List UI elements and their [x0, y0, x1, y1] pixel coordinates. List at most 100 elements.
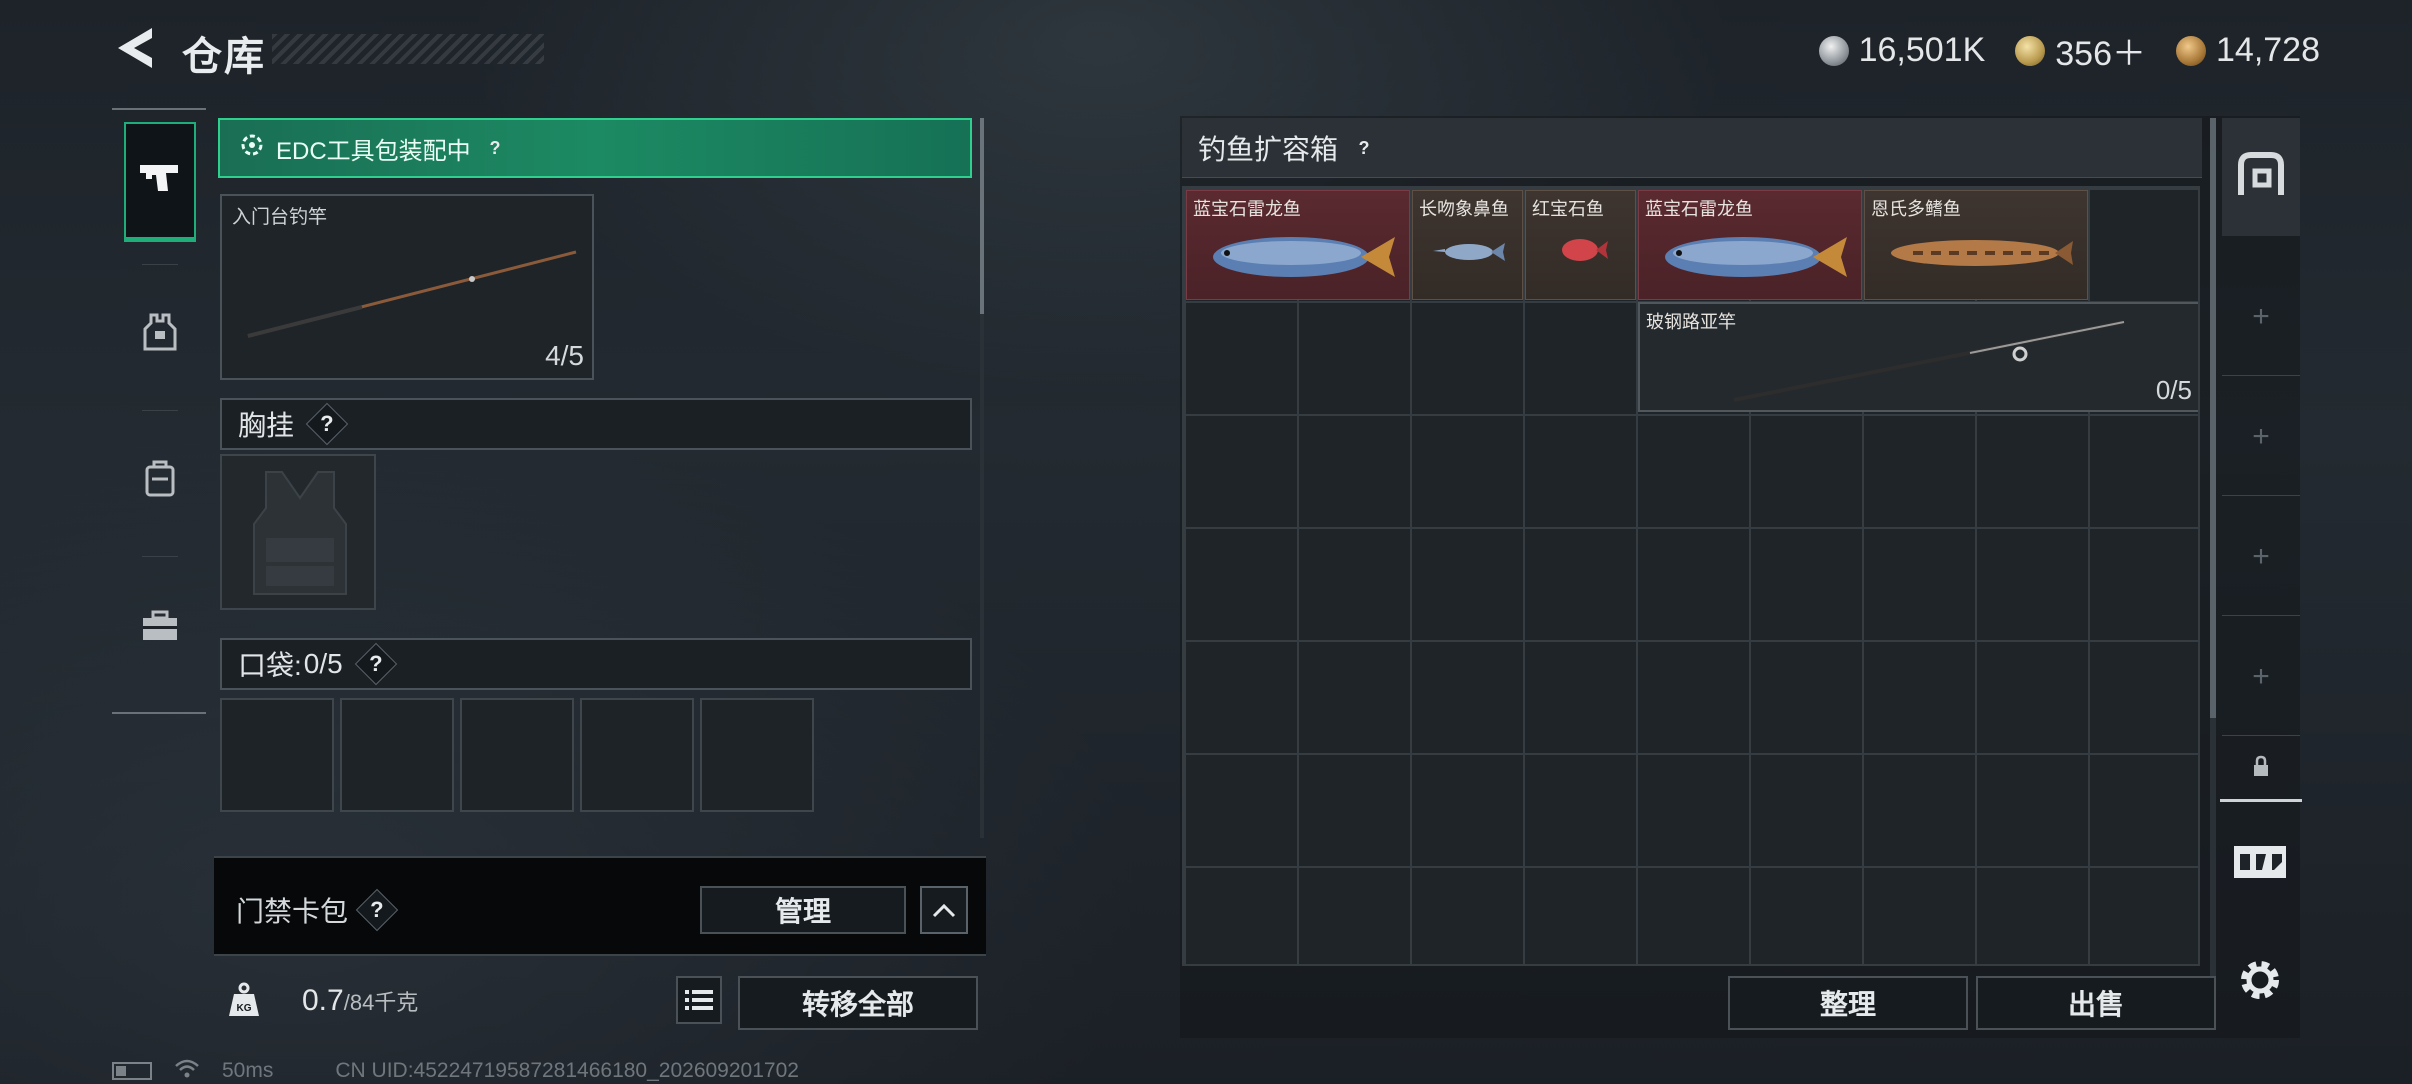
- top-bar: 仓库 16,501K 356＋ 14,728: [0, 0, 2412, 100]
- currency-silver-value: 16,501K: [1858, 31, 1986, 69]
- currency-silver[interactable]: 16,501K: [1818, 31, 1986, 70]
- item-name: 蓝宝石雷龙鱼: [1645, 199, 1753, 219]
- storage-title: 钓鱼扩容箱: [1198, 133, 1339, 165]
- safe-box-icon: [2235, 149, 2287, 206]
- weight-bar: KG 0.7/84千克 转移全部: [214, 966, 986, 1038]
- item-name: 长吻象鼻鱼: [1419, 199, 1509, 219]
- rod-durability: 4/5: [545, 340, 584, 371]
- battery-icon: [112, 1062, 152, 1080]
- item-name: 红宝石鱼: [1532, 199, 1604, 219]
- currency-bronze[interactable]: 14,728: [2176, 31, 2320, 70]
- chest-rig-slot[interactable]: [220, 454, 376, 610]
- storage-item[interactable]: 恩氏多鳍鱼: [1864, 190, 2088, 300]
- pocket-slot[interactable]: [460, 698, 574, 812]
- fishing-rod-image: [247, 250, 577, 338]
- pocket-slot[interactable]: [340, 698, 454, 812]
- pocket-slot[interactable]: [220, 698, 334, 812]
- tab-backpack[interactable]: [124, 420, 196, 540]
- wifi-icon: [174, 1058, 200, 1084]
- svg-text:KG: KG: [237, 1003, 252, 1014]
- pocket-section-header: 口袋: 0/5 ?: [220, 638, 972, 690]
- category-tab-strip: [112, 108, 206, 714]
- transfer-all-button[interactable]: 转移全部: [738, 976, 978, 1030]
- gear-spin-icon: [240, 133, 264, 164]
- rod-durability: 0/5: [2155, 375, 2192, 405]
- sell-button[interactable]: 出售: [1976, 976, 2216, 1030]
- item-name: 蓝宝石雷龙鱼: [1193, 199, 1301, 219]
- plus-icon: +: [2252, 539, 2270, 573]
- storage-header: 钓鱼扩容箱 ?: [1182, 118, 2202, 178]
- edc-status-text: EDC工具包装配中: [276, 137, 471, 165]
- fishing-rod-slot[interactable]: 入门台钓竿 4/5: [220, 194, 594, 380]
- fishing-rod-image: [1733, 320, 2125, 402]
- title-decoration: [272, 34, 544, 64]
- list-view-icon[interactable]: [676, 976, 722, 1024]
- weight-max: /84千克: [343, 990, 419, 1015]
- locked-container-slot[interactable]: [2222, 738, 2300, 798]
- manage-button[interactable]: 管理: [700, 886, 906, 934]
- pocket-slot[interactable]: [580, 698, 694, 812]
- add-container-slot[interactable]: +: [2222, 498, 2300, 616]
- armor-vest-icon: [143, 313, 177, 356]
- weight-readout: 0.7/84千克: [302, 984, 418, 1018]
- fish-image: [1891, 240, 2073, 266]
- pistol-icon: [138, 161, 182, 200]
- help-icon[interactable]: ?: [354, 642, 397, 686]
- backpack-icon: [144, 459, 176, 502]
- plus-icon: +: [2252, 659, 2270, 693]
- storage-item[interactable]: 蓝宝石雷龙鱼: [1638, 190, 1862, 300]
- container-tab-strip: + + + +: [2220, 116, 2302, 802]
- currency-gold-value: 356＋: [2055, 35, 2146, 73]
- left-scrollbar[interactable]: [980, 118, 984, 838]
- edc-status-banner[interactable]: EDC工具包装配中 ?: [218, 118, 972, 178]
- pocket-slots: [220, 698, 814, 812]
- storage-item[interactable]: 玻钢路亚竿 0/5: [1638, 302, 2198, 412]
- fish-image: [1213, 237, 1395, 277]
- tab-weapon[interactable]: [124, 122, 196, 242]
- lock-icon: [2252, 751, 2270, 785]
- help-icon[interactable]: ?: [355, 888, 399, 932]
- add-container-slot[interactable]: +: [2222, 378, 2300, 496]
- sort-button[interactable]: 整理: [1728, 976, 1968, 1030]
- currency-bronze-value: 14,728: [2216, 31, 2320, 69]
- chest-rig-icon: [253, 471, 347, 595]
- rod-name: 入门台钓竿: [232, 207, 328, 228]
- add-container-slot[interactable]: +: [2222, 618, 2300, 736]
- storage-container-tab[interactable]: [2222, 118, 2300, 236]
- right-scrollbar[interactable]: [2210, 118, 2216, 998]
- help-icon[interactable]: ?: [1347, 131, 1381, 165]
- fish-image: [1433, 243, 1505, 261]
- plus-icon: +: [2252, 299, 2270, 333]
- storage-item[interactable]: 红宝石鱼: [1525, 190, 1636, 300]
- uid-text: CN UID:45224719587281466180_202609201702: [335, 1059, 799, 1082]
- storage-item[interactable]: 长吻象鼻鱼: [1412, 190, 1523, 300]
- fish-image: [1665, 237, 1847, 277]
- bronze-coin-icon: [2176, 35, 2206, 66]
- page-title: 仓库: [182, 35, 266, 79]
- keycard-holder-bar: 门禁卡包 ? 管理: [214, 856, 986, 956]
- storage-grid[interactable]: 蓝宝石雷龙鱼 长吻象鼻鱼 红宝石鱼 蓝宝石雷龙鱼 恩氏多鳍鱼 玻钢路亚竿 0/5: [1182, 186, 2200, 966]
- pocket-slot[interactable]: [700, 698, 814, 812]
- toolbox-icon: [141, 610, 179, 647]
- back-arrow-icon[interactable]: [112, 24, 156, 72]
- tab-toolbox[interactable]: [124, 568, 196, 688]
- help-icon[interactable]: ?: [478, 131, 512, 165]
- chevron-up-icon[interactable]: [920, 886, 968, 934]
- currency-bar: 16,501K 356＋ 14,728: [1818, 26, 2320, 75]
- item-name: 玻钢路亚竿: [1646, 312, 1736, 332]
- keycard-label: 门禁卡包 ?: [236, 888, 399, 932]
- pocket-section-title: 口袋:: [238, 650, 302, 681]
- gold-triangle-coin-icon: [2015, 35, 2046, 66]
- gear-icon[interactable]: [2228, 948, 2292, 1012]
- keycard-label-text: 门禁卡包: [236, 896, 349, 927]
- tab-armor[interactable]: [124, 274, 196, 394]
- status-bar: 50ms CN UID:45224719587281466180_2026092…: [112, 1058, 799, 1084]
- add-container-slot[interactable]: +: [2222, 258, 2300, 376]
- storage-item[interactable]: 蓝宝石雷龙鱼: [1186, 190, 1410, 300]
- help-icon[interactable]: ?: [305, 402, 349, 446]
- ping-text: 50ms: [222, 1059, 274, 1082]
- fish-image: [1562, 239, 1608, 261]
- vest-section-title: 胸挂: [238, 410, 295, 441]
- collection-icon[interactable]: [2228, 830, 2292, 894]
- currency-gold[interactable]: 356＋: [2015, 26, 2146, 75]
